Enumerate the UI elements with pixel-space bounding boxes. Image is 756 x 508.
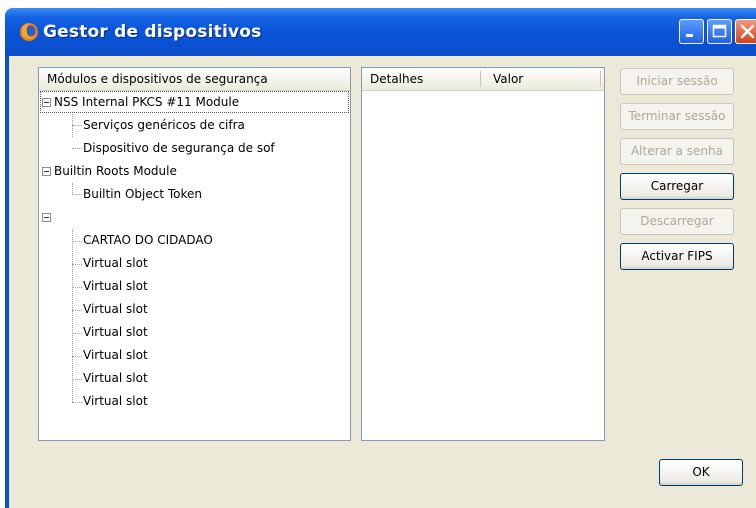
firefox-icon: [20, 23, 38, 41]
tree-header-label: Módulos e dispositivos de segurança: [47, 72, 268, 86]
unload-button[interactable]: Descarregar: [620, 208, 734, 235]
details-header: Detalhes Valor: [362, 68, 604, 91]
collapse-icon[interactable]: [42, 98, 51, 107]
collapse-icon[interactable]: [42, 167, 51, 176]
minimize-button[interactable]: [679, 19, 704, 44]
login-button[interactable]: Iniciar sessão: [620, 68, 734, 95]
tree-item-generic-crypto[interactable]: Serviços genéricos de cifra: [39, 114, 349, 137]
title-bar[interactable]: Gestor de dispositivos: [5, 8, 756, 56]
column-header-value[interactable]: Valor: [493, 72, 523, 86]
ok-button[interactable]: OK: [659, 459, 743, 486]
device-manager-window: Gestor de dispositivos Módulos e disposi…: [5, 8, 756, 508]
tree-item-virtual-slot[interactable]: Virtual slot: [39, 275, 349, 298]
tree-item-virtual-slot[interactable]: Virtual slot: [39, 298, 349, 321]
tree-item-nss-internal-module[interactable]: NSS Internal PKCS #11 Module: [39, 91, 349, 114]
tree-item-virtual-slot[interactable]: Virtual slot: [39, 367, 349, 390]
column-header-details[interactable]: Detalhes: [370, 72, 423, 86]
window-title: Gestor de dispositivos: [43, 22, 262, 42]
details-table[interactable]: Detalhes Valor: [361, 67, 605, 441]
tree-item-builtin-object-token[interactable]: Builtin Object Token: [39, 183, 349, 206]
logout-button[interactable]: Terminar sessão: [620, 103, 734, 130]
tree-item-virtual-slot[interactable]: Virtual slot: [39, 390, 349, 413]
column-resize-handle[interactable]: [600, 71, 601, 87]
tree-item-cartao-do-cidadao[interactable]: CARTAO DO CIDADAO: [39, 229, 349, 252]
tree-item-software-security-device[interactable]: Dispositivo de segurança de sof: [39, 137, 349, 160]
enable-fips-button[interactable]: Activar FIPS: [620, 243, 734, 270]
dialog-body: Módulos e dispositivos de segurança NSS …: [9, 56, 756, 508]
tree-item-unnamed-module[interactable]: [39, 206, 349, 229]
tree-item-builtin-roots-module[interactable]: Builtin Roots Module: [39, 160, 349, 183]
change-password-button[interactable]: Alterar a senha: [620, 138, 734, 165]
column-resize-handle[interactable]: [480, 71, 481, 87]
close-icon: [740, 24, 755, 39]
tree-item-virtual-slot[interactable]: Virtual slot: [39, 252, 349, 275]
minimize-icon: [686, 34, 693, 37]
modules-tree[interactable]: Módulos e dispositivos de segurança NSS …: [38, 67, 351, 441]
collapse-icon[interactable]: [42, 213, 51, 222]
maximize-icon: [712, 24, 727, 38]
maximize-button[interactable]: [707, 19, 732, 44]
tree-header[interactable]: Módulos e dispositivos de segurança: [39, 68, 350, 91]
close-button[interactable]: [735, 19, 756, 44]
load-button[interactable]: Carregar: [620, 173, 734, 200]
tree-item-virtual-slot[interactable]: Virtual slot: [39, 321, 349, 344]
tree-item-virtual-slot[interactable]: Virtual slot: [39, 344, 349, 367]
